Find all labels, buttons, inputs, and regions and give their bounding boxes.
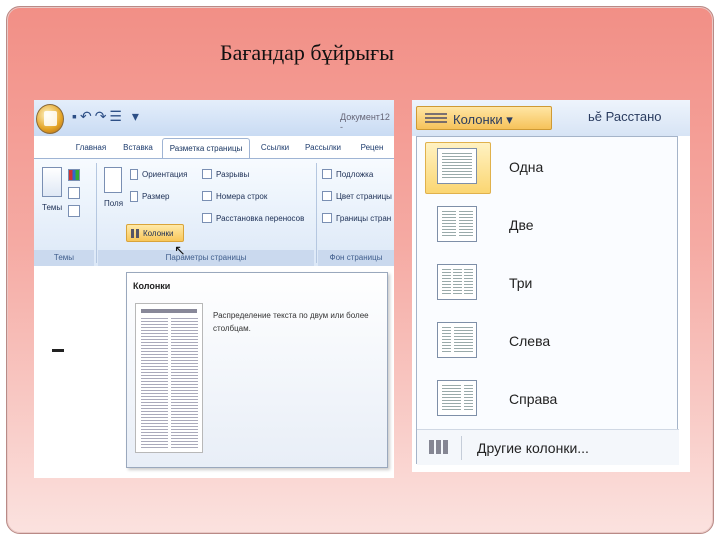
- three-columns-icon: [437, 264, 477, 300]
- word-ribbon-screenshot: ▪↶↷☰ ▾ Документ12 - Главная Вставка Разм…: [34, 100, 394, 478]
- columns-menu: Одна Две Три Слева Справа Другие колонки…: [416, 136, 679, 465]
- breaks-icon: [202, 169, 212, 179]
- tooltip-description: Распределение текста по двум или более с…: [213, 311, 369, 333]
- slide-title: Бағандар бұйрығы: [220, 40, 394, 65]
- document-title: Документ12 -: [340, 112, 390, 132]
- orientation-icon: [130, 169, 138, 180]
- menu-item-label: Две: [509, 217, 534, 233]
- mouse-cursor-icon: ↖: [174, 242, 186, 258]
- page-borders-button[interactable]: Границы стран: [336, 214, 391, 223]
- columns-button-label: Колонки: [143, 229, 174, 238]
- more-columns-item[interactable]: Другие колонки...: [417, 429, 679, 465]
- tooltip-title: Колонки: [133, 281, 171, 291]
- menu-item-one[interactable]: Одна: [419, 139, 675, 195]
- tab-review[interactable]: Рецен: [350, 138, 394, 160]
- columns-icon: [425, 113, 447, 125]
- tab-mailings[interactable]: Рассылки: [300, 138, 346, 160]
- line-numbers-icon: [202, 191, 212, 201]
- group-divider: [316, 163, 317, 263]
- page-color-button[interactable]: Цвет страницы: [336, 192, 392, 201]
- office-button-icon[interactable]: [36, 104, 64, 134]
- tab-home[interactable]: Главная: [68, 138, 114, 160]
- columns-tooltip: Колонки Распределение текста по двум или…: [126, 272, 388, 468]
- hyphenation-button[interactable]: ьӗ Расстано: [588, 109, 662, 124]
- tab-insert[interactable]: Вставка: [116, 138, 160, 160]
- page-color-icon: [322, 191, 332, 201]
- themes-icon[interactable]: [42, 167, 62, 197]
- hyphenation-button[interactable]: Расстановка переносов: [216, 214, 304, 223]
- background-group-label: Фон страницы: [318, 250, 394, 266]
- theme-colors-icon[interactable]: [68, 169, 80, 181]
- margins-label: Поля: [104, 199, 124, 208]
- more-columns-label: Другие колонки...: [477, 440, 589, 456]
- ribbon-body: Темы Темы Поля Ориентация Размер Разрывы…: [34, 158, 394, 266]
- group-divider: [96, 163, 97, 263]
- menu-item-left[interactable]: Слева: [419, 313, 675, 369]
- columns-dropdown-label: Колонки ▾: [453, 112, 513, 127]
- columns-settings-icon: [429, 440, 449, 454]
- columns-menu-screenshot: Колонки ▾ ьӗ Расстано Одна Две Три Слева…: [412, 100, 690, 472]
- right-column-icon: [437, 380, 477, 416]
- menu-item-three[interactable]: Три: [419, 255, 675, 311]
- two-column-preview-icon: [135, 303, 203, 453]
- line-numbers-button[interactable]: Номера строк: [216, 192, 267, 201]
- menu-item-label: Справа: [509, 391, 558, 407]
- page-setup-group-label: Параметры страницы: [98, 250, 314, 266]
- ribbon-tabs: Главная Вставка Разметка страницы Ссылки…: [68, 138, 394, 160]
- quick-access-icons[interactable]: ▪↶↷☰ ▾: [72, 108, 142, 125]
- orientation-button[interactable]: Ориентация: [142, 170, 187, 179]
- theme-effects-icon[interactable]: [68, 205, 80, 217]
- breaks-button[interactable]: Разрывы: [216, 170, 249, 179]
- watermark-icon: [322, 169, 332, 179]
- left-column-icon: [437, 322, 477, 358]
- tab-page-layout[interactable]: Разметка страницы: [162, 138, 250, 160]
- hyphenation-icon: [202, 213, 212, 223]
- columns-dropdown-button[interactable]: Колонки ▾: [416, 106, 552, 130]
- menu-item-label: Одна: [509, 159, 544, 175]
- quick-access-toolbar: ▪↶↷☰ ▾ Документ12 -: [34, 100, 394, 136]
- theme-fonts-icon[interactable]: [68, 187, 80, 199]
- page-borders-icon: [322, 213, 332, 223]
- size-icon: [130, 191, 138, 202]
- two-columns-icon: [437, 206, 477, 242]
- menu-item-label: Три: [509, 275, 533, 291]
- tab-references[interactable]: Ссылки: [254, 138, 296, 160]
- ribbon-strip: Колонки ▾ ьӗ Расстано: [412, 100, 690, 136]
- menu-separator: [461, 436, 462, 460]
- one-column-icon: [437, 148, 477, 184]
- size-button[interactable]: Размер: [142, 192, 170, 201]
- themes-group-label: Темы: [34, 250, 94, 266]
- menu-item-two[interactable]: Две: [419, 197, 675, 253]
- themes-button-label: Темы: [42, 203, 63, 212]
- margins-icon[interactable]: [104, 167, 122, 193]
- menu-item-label: Слева: [509, 333, 551, 349]
- text-cursor-icon: [52, 349, 64, 352]
- watermark-button[interactable]: Подложка: [336, 170, 373, 179]
- menu-item-right[interactable]: Справа: [419, 371, 675, 427]
- columns-icon: [131, 229, 139, 238]
- columns-button[interactable]: Колонки: [126, 224, 184, 242]
